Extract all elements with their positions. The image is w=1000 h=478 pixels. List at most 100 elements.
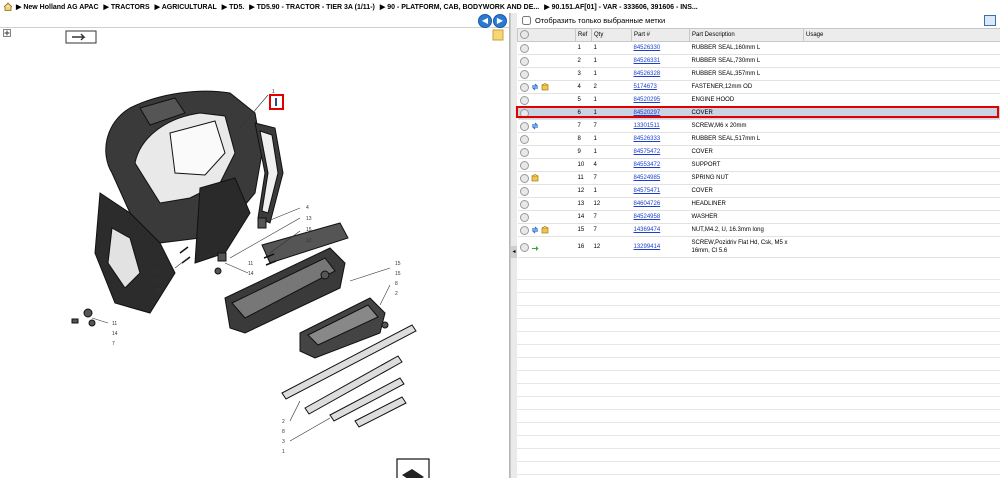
breadcrumb-item[interactable]: ▶ TRACTORS bbox=[104, 3, 150, 11]
part-number-link[interactable]: 84526328 bbox=[634, 71, 661, 77]
header-part[interactable]: Part # bbox=[631, 28, 690, 42]
row-description: WASHER bbox=[689, 210, 804, 224]
table-row[interactable]: 15 7 14369474 NUT,M4.2, U, 16.3mm long bbox=[517, 223, 1000, 237]
substitute-blue-icon[interactable] bbox=[531, 122, 539, 130]
exploded-parts-diagram: 1 4 13 15 12 11 14 10 13 14 11 14 7 15 1… bbox=[65, 29, 504, 478]
row-icons-cell bbox=[517, 236, 576, 258]
add-to-cart-circle-icon[interactable] bbox=[519, 147, 529, 157]
header-qty[interactable]: Qty bbox=[591, 28, 632, 42]
part-number-link[interactable]: 84520297 bbox=[634, 110, 661, 116]
breadcrumb-item[interactable]: ▶ TD5.90 - TRACTOR - TIER 3A (1/11-) bbox=[249, 3, 375, 11]
part-number-link[interactable]: 84526330 bbox=[634, 45, 661, 51]
table-row[interactable]: 5 1 84520295 ENGINE HOOD bbox=[517, 93, 1000, 107]
table-row[interactable]: 1 1 84526330 RUBBER SEAL,160mm L bbox=[517, 41, 1000, 55]
kit-box-icon[interactable] bbox=[541, 226, 549, 234]
callout-label: 11 bbox=[112, 321, 117, 327]
part-number-link[interactable]: 84524958 bbox=[634, 214, 661, 220]
row-part-cell: 13301511 bbox=[631, 119, 690, 133]
kit-box-icon[interactable] bbox=[541, 83, 549, 91]
add-to-cart-circle-icon[interactable] bbox=[519, 69, 529, 79]
callout-label: 3 bbox=[282, 439, 285, 445]
part-number-link[interactable]: 13299414 bbox=[634, 244, 661, 250]
breadcrumb-item[interactable]: ▶ TD5. bbox=[222, 3, 245, 11]
header-desc[interactable]: Part Description bbox=[689, 28, 804, 42]
part-number-link[interactable]: 13301511 bbox=[634, 123, 660, 129]
breadcrumb-item[interactable]: ▶ 90 - PLATFORM, CAB, BODYWORK AND DE... bbox=[380, 3, 539, 11]
notes-icon[interactable] bbox=[492, 29, 504, 41]
table-row[interactable]: 11 7 84524985 SPRING NUT bbox=[517, 171, 1000, 185]
add-to-cart-circle-icon[interactable] bbox=[519, 212, 529, 222]
add-to-cart-circle-icon[interactable] bbox=[519, 186, 529, 196]
row-ref: 10 bbox=[575, 158, 592, 172]
row-icons-cell bbox=[517, 171, 576, 185]
show-selected-only-checkbox[interactable] bbox=[522, 15, 531, 25]
add-to-cart-circle-icon[interactable] bbox=[519, 56, 529, 66]
callout-label: 8 bbox=[282, 429, 285, 435]
add-to-cart-circle-icon[interactable] bbox=[519, 121, 529, 131]
table-row[interactable]: 7 7 13301511 SCREW,M6 x 20mm bbox=[517, 119, 1000, 133]
callout-label: 14 bbox=[112, 331, 118, 337]
table-row[interactable]: 14 7 84524958 WASHER bbox=[517, 210, 1000, 224]
table-row[interactable]: 12 1 84575471 COVER bbox=[517, 184, 1000, 198]
header-usage[interactable]: Usage bbox=[803, 28, 1000, 42]
row-description: ENGINE HOOD bbox=[689, 93, 804, 107]
breadcrumb-item[interactable]: ▶ New Holland AG APAC bbox=[16, 3, 99, 11]
add-to-cart-circle-icon[interactable] bbox=[519, 225, 529, 235]
table-row[interactable]: 8 1 84526333 RUBBER SEAL,517mm L bbox=[517, 132, 1000, 146]
add-to-cart-circle-icon[interactable] bbox=[519, 160, 529, 170]
substitute-blue-icon[interactable] bbox=[531, 83, 539, 91]
header-ref[interactable]: Ref bbox=[575, 28, 592, 42]
callout-label: 14 bbox=[155, 288, 161, 294]
callout-label: 7 bbox=[112, 341, 115, 347]
row-part-cell: 84526328 bbox=[631, 67, 690, 81]
table-row[interactable]: 13 12 84604726 HEADLINER bbox=[517, 197, 1000, 211]
replacement-arrow-icon[interactable] bbox=[531, 243, 539, 251]
table-row[interactable]: 3 1 84526328 RUBBER SEAL,357mm L bbox=[517, 67, 1000, 81]
part-number-link[interactable]: 84526333 bbox=[634, 136, 661, 142]
add-to-cart-circle-icon[interactable] bbox=[519, 199, 529, 209]
breadcrumb-item[interactable]: ▶ AGRICULTURAL bbox=[155, 3, 217, 11]
row-qty: 1 bbox=[591, 54, 632, 68]
row-qty: 2 bbox=[591, 80, 632, 94]
add-to-cart-circle-icon[interactable] bbox=[519, 242, 529, 252]
add-to-cart-circle-icon[interactable] bbox=[519, 82, 529, 92]
part-number-link[interactable]: 84575471 bbox=[634, 188, 661, 194]
row-ref: 15 bbox=[575, 223, 592, 237]
row-qty: 7 bbox=[591, 223, 632, 237]
part-number-link[interactable]: 5174673 bbox=[634, 84, 657, 90]
row-part-cell: 84575472 bbox=[631, 145, 690, 159]
table-row[interactable]: 16 12 13299414 SCREW,Pozidriv Flat Hd, Csk,… bbox=[517, 236, 1000, 258]
part-number-link[interactable]: 84526331 bbox=[634, 58, 661, 64]
home-icon[interactable] bbox=[3, 2, 13, 11]
row-usage bbox=[803, 158, 1000, 172]
callout-label: 15 bbox=[306, 227, 312, 233]
add-to-cart-circle-icon[interactable] bbox=[519, 173, 529, 183]
row-icons-cell bbox=[517, 158, 576, 172]
add-to-cart-circle-icon[interactable] bbox=[519, 108, 529, 118]
row-description: NUT,M4.2, U, 16.3mm long bbox=[689, 223, 804, 237]
part-number-link[interactable]: 84524985 bbox=[634, 175, 661, 181]
breadcrumb: ▶ New Holland AG APAC ▶ TRACTORS ▶ AGRIC… bbox=[0, 0, 1000, 13]
table-row[interactable]: 10 4 84553472 SUPPORT bbox=[517, 158, 1000, 172]
add-to-cart-circle-icon[interactable] bbox=[519, 134, 529, 144]
substitute-blue-icon[interactable] bbox=[531, 226, 539, 234]
add-to-cart-circle-icon[interactable] bbox=[519, 43, 529, 53]
grid-view-icon[interactable] bbox=[984, 15, 996, 26]
breadcrumb-item[interactable]: ▶ 90.151.AF[01] - VAR - 333606, 391606 -… bbox=[544, 3, 698, 11]
row-usage bbox=[803, 41, 1000, 55]
part-number-link[interactable]: 84604726 bbox=[634, 201, 661, 207]
table-row[interactable]: 4 2 5174673 FASTENER,12mm OD bbox=[517, 80, 1000, 94]
row-qty: 1 bbox=[591, 106, 632, 120]
table-row[interactable]: 9 1 84575472 COVER bbox=[517, 145, 1000, 159]
part-number-link[interactable]: 84520295 bbox=[634, 97, 661, 103]
callout-label: 2 bbox=[282, 419, 285, 425]
part-number-link[interactable]: 14369474 bbox=[634, 227, 661, 233]
add-to-cart-circle-icon[interactable] bbox=[519, 95, 529, 105]
table-row[interactable]: 2 1 84526331 RUBBER SEAL,730mm L bbox=[517, 54, 1000, 68]
row-usage bbox=[803, 223, 1000, 237]
row-ref: 11 bbox=[575, 171, 592, 185]
part-number-link[interactable]: 84575472 bbox=[634, 149, 661, 155]
part-number-link[interactable]: 84553472 bbox=[634, 162, 661, 168]
table-row[interactable]: 6 1 84520297 COVER bbox=[517, 106, 1000, 120]
kit-box-icon[interactable] bbox=[531, 174, 539, 182]
